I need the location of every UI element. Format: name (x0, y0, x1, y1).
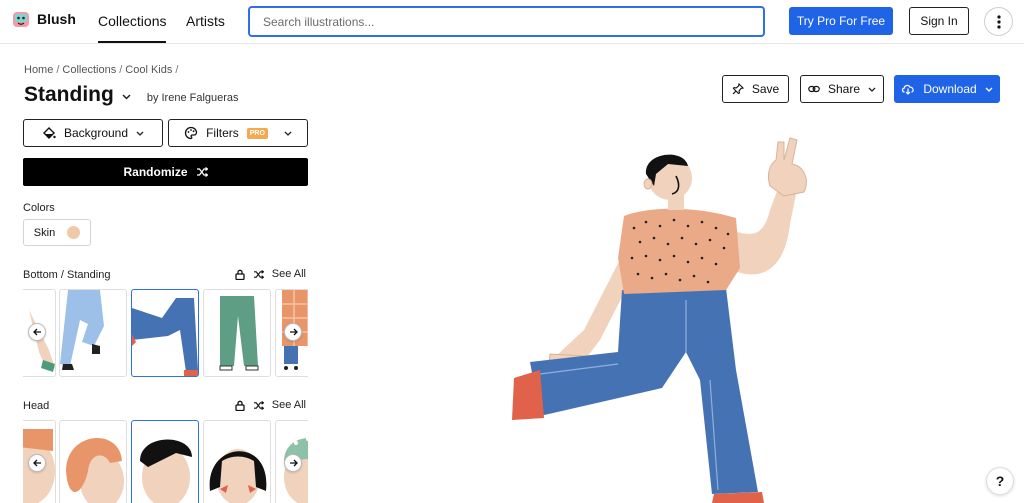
head-options-strip (23, 420, 308, 503)
link-icon (808, 85, 820, 93)
shirt (618, 208, 740, 294)
chevron-down-icon (136, 131, 144, 136)
search-input[interactable] (250, 8, 763, 35)
breadcrumb-home[interactable]: Home (24, 64, 53, 76)
breadcrumb-cool-kids[interactable]: Cool Kids (125, 64, 172, 76)
tab-artists[interactable]: Artists (186, 13, 225, 29)
randomize-label: Randomize (123, 165, 188, 179)
ear (643, 178, 653, 190)
scroll-left-button[interactable] (28, 323, 46, 341)
shuffle-icon[interactable] (253, 400, 264, 410)
try-pro-button[interactable]: Try Pro For Free (789, 7, 893, 35)
section-heading-bottom: Bottom / Standing (23, 269, 111, 281)
filters-button[interactable]: Filters PRO (168, 119, 308, 147)
vertical-dots-icon (996, 14, 1001, 29)
pro-badge: PRO (246, 127, 268, 139)
scroll-left-button[interactable] (28, 454, 46, 472)
option-tile-selected[interactable] (131, 289, 199, 377)
background-label: Background (63, 126, 129, 140)
illustration-canvas (512, 137, 807, 503)
shuffle-icon[interactable] (253, 269, 264, 279)
breadcrumb: Home / Collections / Cool Kids / (24, 64, 178, 76)
save-button[interactable]: Save (722, 75, 789, 103)
option-tile[interactable] (203, 289, 271, 377)
arrow-left-icon (32, 459, 41, 467)
lock-icon[interactable] (235, 400, 245, 411)
download-label: Download (923, 82, 977, 96)
jeans (530, 288, 758, 494)
chevron-down-icon (868, 87, 876, 92)
left-shoe (512, 370, 544, 420)
skin-color-swatch (67, 226, 81, 239)
filters-label: Filters (206, 126, 239, 140)
see-all-link-bottom[interactable]: See All (272, 268, 306, 280)
see-all-link-head[interactable]: See All (272, 399, 306, 411)
palette-icon (185, 126, 198, 140)
breadcrumb-separator: / (175, 64, 179, 76)
skin-color-chip[interactable]: Skin (23, 219, 91, 246)
option-tile[interactable] (203, 420, 271, 503)
background-button[interactable]: Background (23, 119, 163, 147)
chevron-down-icon (284, 131, 292, 136)
bottom-options-strip (23, 289, 308, 377)
arrow-left-icon (32, 328, 41, 336)
scroll-right-button[interactable] (284, 454, 302, 472)
save-label: Save (751, 82, 780, 96)
chevron-down-icon (985, 87, 993, 92)
title-row: Standing by Irene Falgueras (24, 83, 239, 107)
pin-icon (732, 83, 744, 95)
tab-collections[interactable]: Collections (98, 13, 167, 43)
sign-in-button[interactable]: Sign In (909, 7, 969, 35)
brand-name: Blush (37, 11, 76, 27)
colors-heading: Colors (23, 202, 55, 214)
section-tools-bottom: See All (235, 268, 306, 280)
author-byline[interactable]: by Irene Falgueras (147, 92, 239, 104)
breadcrumb-separator: / (56, 64, 60, 76)
scroll-right-button[interactable] (284, 323, 302, 341)
top-navigation-bar: Blush Collections Artists Try Pro For Fr… (0, 0, 1024, 44)
search-box (248, 6, 765, 37)
lock-icon[interactable] (235, 269, 245, 280)
section-heading-head: Head (23, 400, 50, 412)
brand[interactable]: Blush (12, 10, 76, 28)
share-button[interactable]: Share (800, 75, 884, 103)
option-tile[interactable] (59, 289, 127, 377)
download-button[interactable]: Download (894, 75, 1000, 103)
randomize-button[interactable]: Randomize (23, 158, 308, 186)
more-menu-button[interactable] (984, 7, 1013, 36)
chevron-down-icon[interactable] (122, 94, 131, 100)
share-label: Share (827, 82, 861, 96)
option-tile-selected[interactable] (131, 420, 199, 503)
section-tools-head: See All (235, 399, 306, 411)
option-tile[interactable] (59, 420, 127, 503)
arrow-right-icon (289, 459, 298, 467)
blush-logo-icon (13, 12, 29, 27)
paint-bucket-icon (42, 127, 56, 139)
arrow-right-icon (289, 328, 298, 336)
breadcrumb-collections[interactable]: Collections (62, 64, 116, 76)
help-button[interactable]: ? (986, 467, 1014, 495)
cloud-download-icon (902, 84, 915, 95)
shuffle-icon (196, 167, 208, 177)
breadcrumb-separator: / (119, 64, 123, 76)
peace-hand (767, 137, 807, 197)
page-title: Standing (24, 83, 114, 106)
skin-label: Skin (33, 226, 56, 239)
